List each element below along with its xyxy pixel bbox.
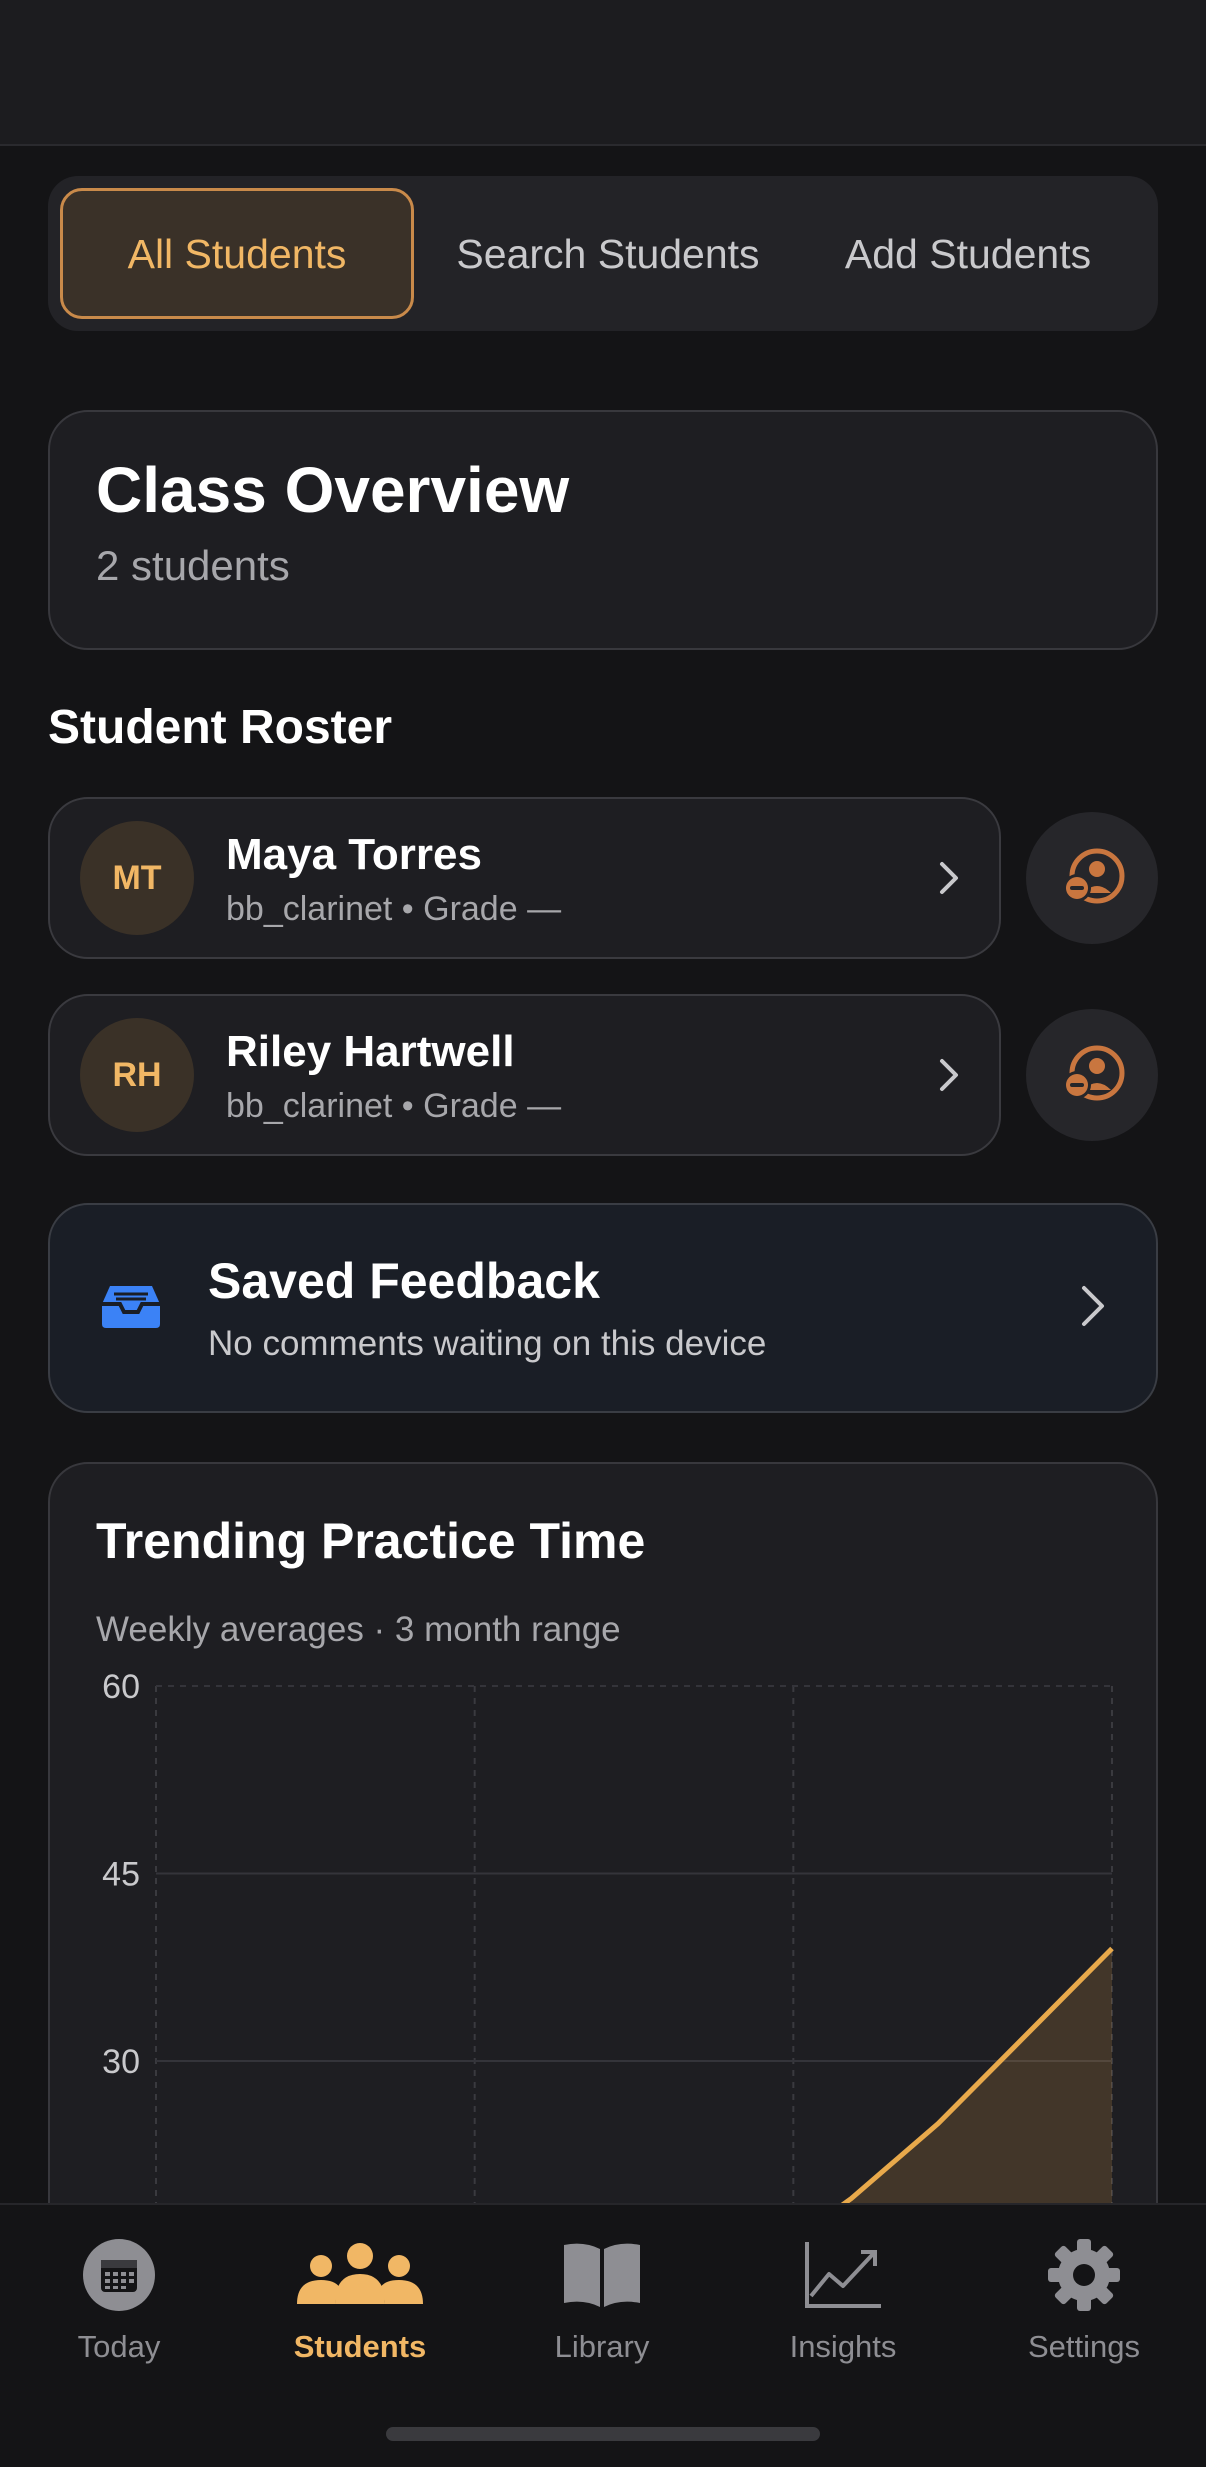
student-row[interactable]: RH Riley Hartwell bb_clarinet • Grade —: [48, 994, 1001, 1156]
student-info: Riley Hartwell bb_clarinet • Grade —: [226, 1025, 929, 1126]
tab-library[interactable]: Library: [502, 2235, 702, 2365]
y-tick-label: 45: [102, 1856, 140, 1894]
students-screen: All Students Search Students Add Student…: [0, 0, 1206, 2467]
feedback-title: Saved Feedback: [208, 1253, 600, 1309]
student-meta: bb_clarinet • Grade —: [226, 1086, 562, 1125]
student-count: 2 students: [96, 542, 290, 589]
feedback-text: Saved Feedback No comments waiting on th…: [208, 1252, 1080, 1364]
student-name: Riley Hartwell: [226, 1026, 515, 1076]
person-remove-icon: [1059, 847, 1125, 910]
tab-label: Students: [293, 2329, 427, 2364]
tab-label: Insights: [789, 2329, 897, 2364]
student-info: Maya Torres bb_clarinet • Grade —: [226, 828, 929, 929]
tab-label: Today: [77, 2329, 161, 2364]
roster-title: Student Roster: [48, 701, 393, 754]
avatar: RH: [80, 1018, 194, 1132]
student-row[interactable]: MT Maya Torres bb_clarinet • Grade —: [48, 797, 1001, 959]
avatar: MT: [80, 821, 194, 935]
status-bar: [0, 0, 1206, 146]
chevron-right-icon: [929, 1055, 969, 1095]
student-name: Maya Torres: [226, 829, 482, 879]
tab-settings[interactable]: Settings: [984, 2235, 1184, 2365]
chart-icon: [743, 2235, 943, 2315]
segment-search-students[interactable]: Search Students: [426, 188, 790, 319]
tab-label: Library: [554, 2329, 650, 2364]
y-tick-label: 30: [102, 2043, 140, 2081]
chevron-right-icon: [929, 858, 969, 898]
tab-insights[interactable]: Insights: [743, 2235, 943, 2365]
people-icon: [260, 2235, 460, 2315]
tab-students[interactable]: Students: [260, 2235, 460, 2365]
remove-student-button[interactable]: [1026, 1009, 1158, 1141]
tab-today[interactable]: Today: [19, 2235, 219, 2365]
person-remove-icon: [1059, 1044, 1125, 1107]
tab-label: Settings: [1027, 2329, 1140, 2364]
inbox-icon: [100, 1282, 162, 1335]
segment-all-students[interactable]: All Students: [60, 188, 414, 319]
book-icon: [502, 2235, 702, 2315]
remove-student-button[interactable]: [1026, 812, 1158, 944]
home-indicator: [386, 2427, 820, 2441]
chevron-right-icon: [1080, 1284, 1106, 1333]
segment-add-students[interactable]: Add Students: [790, 188, 1146, 319]
student-meta: bb_clarinet • Grade —: [226, 889, 562, 928]
y-tick-label: 60: [102, 1668, 140, 1706]
calendar-icon: [19, 2235, 219, 2315]
saved-feedback-card[interactable]: Saved Feedback No comments waiting on th…: [48, 1203, 1158, 1413]
overview-title: Class Overview: [96, 454, 570, 526]
feedback-subtitle: No comments waiting on this device: [208, 1324, 767, 1363]
student-segment-control: All Students Search Students Add Student…: [48, 176, 1158, 331]
class-overview-card: Class Overview 2 students: [48, 410, 1158, 650]
gear-icon: [984, 2235, 1184, 2315]
